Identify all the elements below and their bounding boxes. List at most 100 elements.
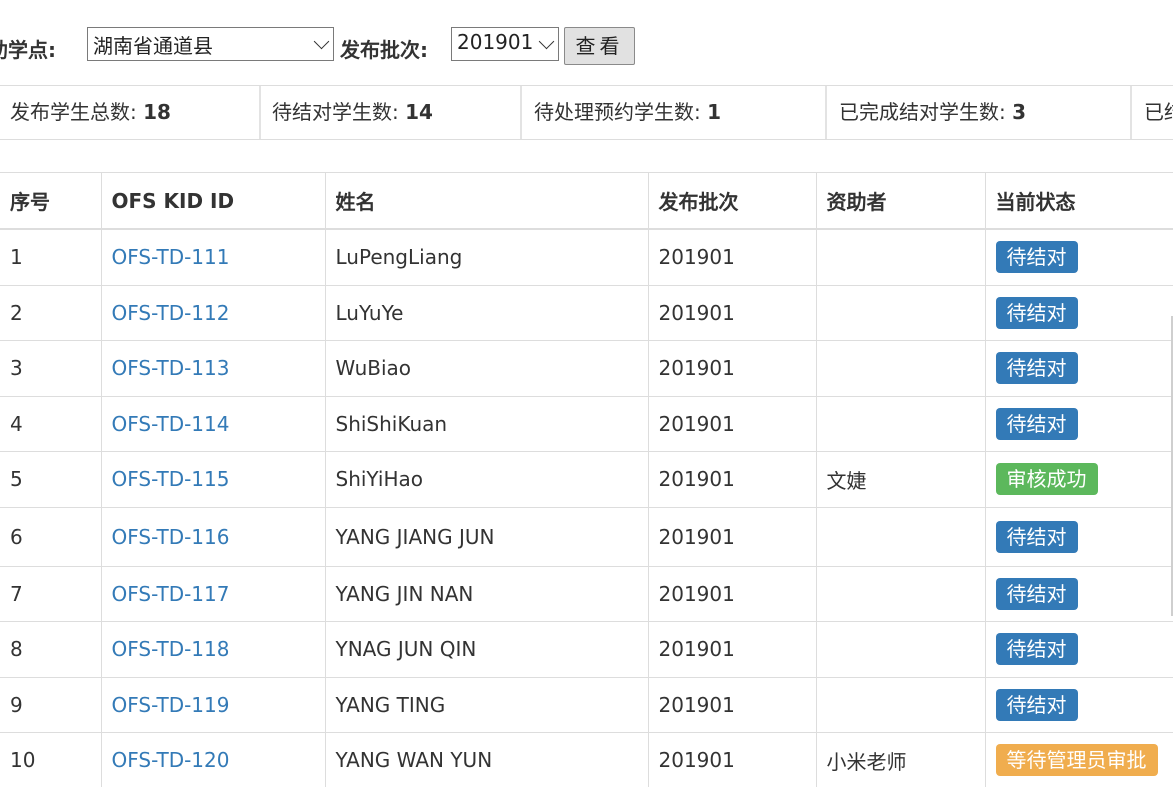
table-cell <box>815 339 985 396</box>
header-kid-id: OFS KID ID <box>100 172 325 230</box>
table-row: 9 OFS-TD-119 YANG TING 201901 待结对 <box>0 676 1173 732</box>
view-button[interactable]: 查看 <box>564 27 635 65</box>
table-body: 1 OFS-TD-111 LuPengLiang 201901 待结对 2 OFS-TD-1… <box>0 228 1173 787</box>
table-cell <box>815 506 985 566</box>
table-cell <box>815 620 985 677</box>
table-cell: 201901 <box>647 506 816 566</box>
table-cell: OFS-TD-112 <box>100 284 325 340</box>
table-cell: 待结对 <box>984 506 1173 566</box>
table-cell: 待结对 <box>984 284 1173 340</box>
table-cell: 审核成功 <box>984 450 1173 507</box>
page: 助学点: 湖南省通道县 发布批次: 201901 查看 发布学生总数: 18 待… <box>0 0 1173 787</box>
table-cell: WuBiao <box>324 339 648 396</box>
status-badge: 待结对 <box>995 633 1078 665</box>
student-name: ShiShiKuan <box>335 411 448 436</box>
student-name: YNAG JUN QIN <box>335 637 477 661</box>
table-cell: 201901 <box>647 284 816 340</box>
table-cell: 文婕 <box>815 450 985 507</box>
student-table: 序号 OFS KID ID 姓名 发布批次 资助者 当前状态 1 OFS-TD-1… <box>0 172 1173 787</box>
status-badge: 待结对 <box>995 577 1078 610</box>
header-sponsor: 资助者 <box>815 172 985 230</box>
kid-id-link[interactable]: OFS-TD-115 <box>112 467 230 491</box>
kid-id-link[interactable]: OFS-TD-113 <box>112 356 230 380</box>
table-cell: ShiYiHao <box>324 450 648 507</box>
table-cell: OFS-TD-116 <box>100 506 325 566</box>
row-number: 8 <box>10 637 23 661</box>
table-row: 5 OFS-TD-115 ShiYiHao 201901 文婕 审核成功 <box>0 450 1173 507</box>
stat-completed-pair: 已完成结对学生数: 3 <box>829 86 1132 139</box>
site-label: 助学点: <box>0 38 56 62</box>
table-cell: 201901 <box>647 450 816 507</box>
batch-select[interactable]: 201901 <box>451 27 559 61</box>
table-cell: OFS-TD-118 <box>100 620 325 677</box>
batch-value: 201901 <box>658 748 735 773</box>
kid-id-link[interactable]: OFS-TD-116 <box>112 525 230 549</box>
table-header-row: 序号 OFS KID ID 姓名 发布批次 资助者 当前状态 <box>0 172 1173 230</box>
table-cell: YNAG JUN QIN <box>324 620 648 677</box>
status-badge: 待结对 <box>995 296 1078 329</box>
table-cell: 201901 <box>647 565 816 621</box>
table-row: 2 OFS-TD-112 LuYuYe 201901 待结对 <box>0 284 1173 340</box>
table-cell: 待结对 <box>984 565 1173 621</box>
filter-bar: 助学点: 湖南省通道县 发布批次: 201901 查看 <box>0 0 1173 86</box>
kid-id-link[interactable]: OFS-TD-114 <box>112 412 230 436</box>
table-cell: 201901 <box>647 731 816 787</box>
status-badge: 待结对 <box>995 352 1078 384</box>
table-cell: 1 <box>0 228 101 285</box>
batch-select-value: 201901 <box>457 30 534 54</box>
batch-value: 201901 <box>658 467 735 491</box>
batch-value: 201901 <box>658 524 735 549</box>
batch-value: 201901 <box>658 245 735 270</box>
table-row: 6 OFS-TD-116 YANG JIANG JUN 201901 待结对 <box>0 506 1173 566</box>
table-cell: 201901 <box>647 228 816 285</box>
table-cell: OFS-TD-120 <box>100 731 325 787</box>
table-cell <box>815 228 985 285</box>
status-badge: 待结对 <box>995 241 1078 274</box>
kid-id-link[interactable]: OFS-TD-118 <box>112 637 230 661</box>
table-cell: 2 <box>0 284 101 340</box>
kid-id-link[interactable]: OFS-TD-117 <box>112 582 230 606</box>
batch-value: 201901 <box>658 300 735 325</box>
table-cell <box>815 395 985 451</box>
kid-id-link[interactable]: OFS-TD-119 <box>112 693 230 717</box>
status-badge: 待结对 <box>995 407 1078 440</box>
header-batch: 发布批次 <box>647 172 816 230</box>
table-cell: 201901 <box>647 620 816 677</box>
sponsor-name: 小米老师 <box>826 749 907 774</box>
stat-pending-reservation: 待处理预约学生数: 1 <box>524 86 827 139</box>
table-cell <box>815 676 985 732</box>
student-name: YANG TING <box>335 692 446 717</box>
table-cell: YANG TING <box>324 676 648 732</box>
table-cell: 待结对 <box>984 395 1173 451</box>
student-name: YANG WAN YUN <box>335 748 493 773</box>
student-name: YANG JIN NAN <box>335 581 474 606</box>
kid-id-link[interactable]: OFS-TD-112 <box>112 301 230 325</box>
table-cell: 9 <box>0 676 101 732</box>
table-row: 7 OFS-TD-117 YANG JIN NAN 201901 待结对 <box>0 565 1173 621</box>
student-name: YANG JIANG JUN <box>335 524 495 549</box>
student-name: LuYuYe <box>335 300 404 325</box>
table-cell: 小米老师 <box>815 731 985 787</box>
chevron-down-icon <box>313 33 330 50</box>
header-status: 当前状态 <box>984 172 1173 230</box>
student-name: WuBiao <box>335 356 412 380</box>
table-cell: LuPengLiang <box>324 228 648 285</box>
table-cell: 7 <box>0 565 101 621</box>
kid-id-link[interactable]: OFS-TD-120 <box>112 748 230 772</box>
site-select[interactable]: 湖南省通道县 <box>87 27 334 61</box>
row-number: 9 <box>10 692 23 717</box>
table-cell: 待结对 <box>984 339 1173 396</box>
batch-value: 201901 <box>658 692 735 717</box>
table-cell: 5 <box>0 450 101 507</box>
table-cell: OFS-TD-119 <box>100 676 325 732</box>
site-select-value: 湖南省通道县 <box>93 34 213 58</box>
table-cell: YANG JIN NAN <box>324 565 648 621</box>
row-number: 2 <box>10 300 23 325</box>
student-name: ShiYiHao <box>335 467 424 491</box>
table-row: 1 OFS-TD-111 LuPengLiang 201901 待结对 <box>0 228 1173 285</box>
kid-id-link[interactable]: OFS-TD-111 <box>112 245 230 269</box>
table-cell: 4 <box>0 395 101 451</box>
student-name: LuPengLiang <box>335 245 463 270</box>
stat-truncated: 已结 <box>1144 100 1173 124</box>
stat-pending-pair: 待结对学生数: 14 <box>262 86 522 139</box>
